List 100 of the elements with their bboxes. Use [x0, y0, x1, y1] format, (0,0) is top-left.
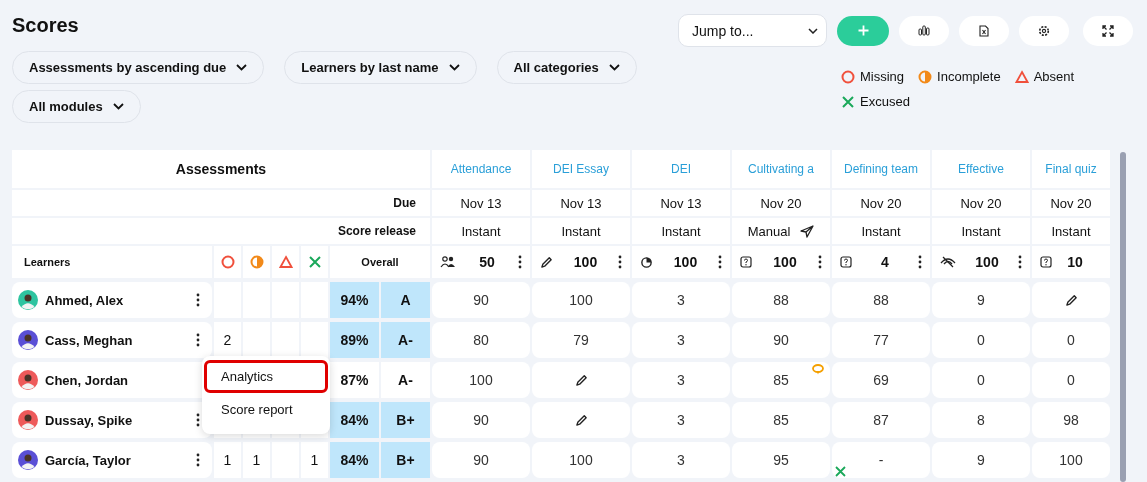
points-value: 100	[975, 254, 999, 270]
settings-icon	[1038, 24, 1050, 37]
scrollbar[interactable]	[1120, 152, 1126, 482]
release-mode: Instant	[561, 223, 601, 239]
eye-slash-icon	[940, 256, 956, 268]
score-cell[interactable]	[1032, 282, 1110, 318]
score-cell[interactable]: 98	[1032, 402, 1110, 438]
overall-grade: A	[381, 282, 430, 318]
filter-dropdown[interactable]: All modules	[12, 90, 141, 123]
legend-label: Absent	[1033, 69, 1075, 84]
send-icon[interactable]	[800, 224, 815, 238]
score-value: 77	[873, 332, 889, 348]
score-cell[interactable]: 0	[932, 362, 1030, 398]
more-icon[interactable]	[1018, 255, 1022, 269]
filter-dropdown[interactable]: Learners by last name	[284, 51, 477, 84]
spreadsheet-file-icon	[979, 24, 989, 37]
learner-cell[interactable]: Cass, Meghan	[12, 322, 212, 358]
learner-name: Chen, Jordan	[45, 372, 130, 388]
score-cell[interactable]: 3	[632, 442, 730, 478]
chart-button[interactable]	[899, 15, 949, 46]
score-cell[interactable]: 90	[432, 442, 530, 478]
pencil-icon	[1064, 293, 1078, 307]
half-circle-icon	[249, 255, 264, 269]
settings-button[interactable]	[1019, 15, 1069, 46]
learner-cell[interactable]: Dussay, Spike	[12, 402, 212, 438]
score-cell[interactable]: 100	[532, 282, 630, 318]
triangle-icon	[278, 255, 293, 269]
score-value: 90	[473, 412, 489, 428]
score-cell[interactable]: 80	[432, 322, 530, 358]
score-value: 95	[773, 452, 789, 468]
chevron-down-icon	[112, 103, 124, 110]
score-cell[interactable]: 88	[832, 282, 930, 318]
score-cell[interactable]	[532, 362, 630, 398]
score-cell[interactable]: 3	[632, 402, 730, 438]
learner-cell[interactable]: García, Taylor	[12, 442, 212, 478]
people-icon	[440, 256, 456, 268]
circle-icon	[841, 69, 855, 84]
score-cell[interactable]: 90	[732, 322, 830, 358]
score-cell[interactable]: 3	[632, 282, 730, 318]
more-icon[interactable]	[618, 255, 622, 269]
score-cell[interactable]: 3	[632, 362, 730, 398]
score-cell[interactable]: 88	[732, 282, 830, 318]
score-cell[interactable]: 90	[432, 402, 530, 438]
score-cell[interactable]	[532, 402, 630, 438]
row-label: Due	[12, 190, 430, 216]
score-value: 90	[773, 332, 789, 348]
question-icon	[1040, 256, 1052, 268]
page-title: Scores	[12, 14, 80, 37]
score-cell[interactable]: 69	[832, 362, 930, 398]
score-value: 85	[773, 412, 789, 428]
points-value: 100	[773, 254, 797, 270]
score-cell[interactable]: 77	[832, 322, 930, 358]
question-icon	[840, 256, 852, 268]
score-cell[interactable]: 0	[1032, 322, 1110, 358]
more-icon[interactable]	[196, 453, 200, 467]
fullscreen-button[interactable]	[1083, 15, 1133, 46]
score-cell[interactable]: 79	[532, 322, 630, 358]
score-cell[interactable]: 100	[532, 442, 630, 478]
score-value: 0	[977, 332, 985, 348]
score-cell[interactable]: -	[832, 442, 930, 478]
legend-label: Excused	[860, 94, 910, 109]
score-cell[interactable]: 87	[832, 402, 930, 438]
score-cell[interactable]: 0	[1032, 362, 1110, 398]
chevron-down-icon	[448, 64, 460, 71]
status-count: 1	[223, 452, 232, 468]
score-cell[interactable]: 0	[932, 322, 1030, 358]
more-icon[interactable]	[196, 333, 200, 347]
more-icon[interactable]	[518, 255, 522, 269]
score-cell[interactable]: 100	[432, 362, 530, 398]
more-icon[interactable]	[196, 413, 200, 427]
learner-cell[interactable]: Ahmed, Alex	[12, 282, 212, 318]
score-cell[interactable]: 100	[1032, 442, 1110, 478]
jump-select[interactable]: Jump to...	[678, 14, 827, 47]
score-value: 0	[1067, 372, 1075, 388]
score-cell[interactable]: 95	[732, 442, 830, 478]
score-value: 80	[473, 332, 489, 348]
score-cell[interactable]: 85	[732, 402, 830, 438]
status-count: 2	[223, 332, 232, 348]
score-cell[interactable]: 9	[932, 282, 1030, 318]
due-date: Nov 13	[632, 190, 730, 216]
score-cell[interactable]: 85	[732, 362, 830, 398]
score-value: 85	[773, 372, 789, 388]
more-icon[interactable]	[818, 255, 822, 269]
more-icon[interactable]	[718, 255, 722, 269]
learner-name: Cass, Meghan	[45, 332, 134, 348]
score-cell[interactable]: 3	[632, 322, 730, 358]
overall-percent: 94%	[330, 282, 379, 318]
more-icon[interactable]	[196, 293, 200, 307]
filter-dropdown[interactable]: Assessments by ascending due	[12, 51, 265, 84]
score-cell[interactable]: 8	[932, 402, 1030, 438]
more-icon[interactable]	[918, 255, 922, 269]
filter-dropdown[interactable]: All categories	[496, 51, 637, 84]
export-button[interactable]	[959, 15, 1009, 46]
menu-item[interactable]: Analytics	[204, 360, 328, 393]
overall-grade: A-	[381, 322, 430, 358]
score-cell[interactable]: 90	[432, 282, 530, 318]
overall-grade: B+	[381, 402, 430, 438]
score-cell[interactable]: 9	[932, 442, 1030, 478]
score-value: 3	[677, 332, 685, 348]
overall-percent: 87%	[330, 362, 379, 398]
